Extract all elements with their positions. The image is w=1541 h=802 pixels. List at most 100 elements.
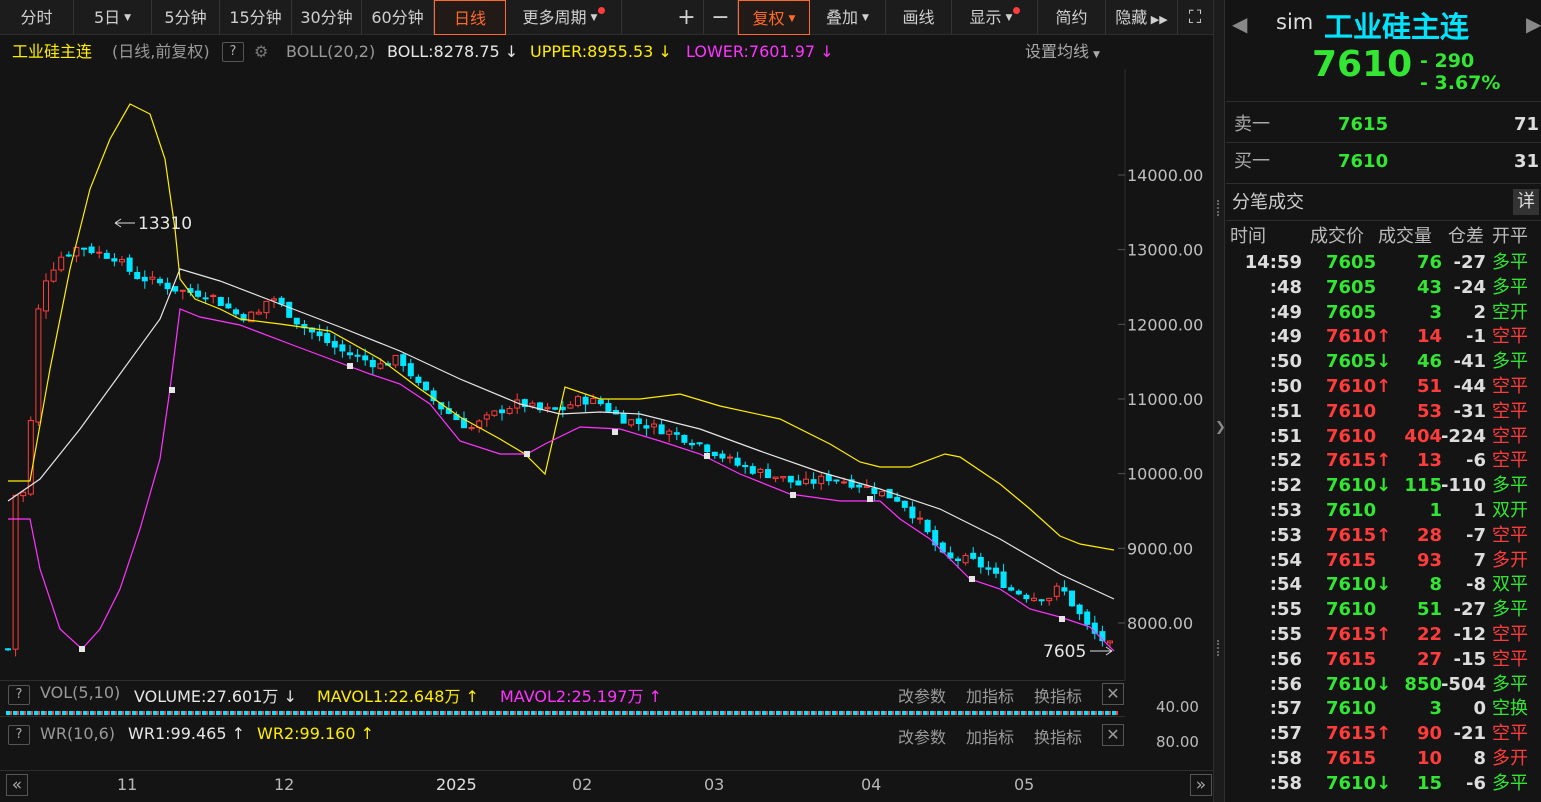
adjust-menu[interactable]: 复权 ▼ (738, 0, 810, 35)
candle-body (719, 453, 726, 459)
tick-oi-change: -41 (1453, 351, 1486, 373)
candle-body (1076, 604, 1083, 615)
mavol1-value: MAVOL1:22.648万 ↑ (317, 687, 479, 706)
tick-row: :57 7610 3 0 空换 (1226, 697, 1541, 722)
tab-5day[interactable]: 5日 ▼ (74, 0, 152, 35)
help-icon[interactable]: ? (8, 685, 30, 705)
volume-panel: ? VOL(5,10) VOLUME:27.601万 ↓ MAVOL1:22.6… (0, 680, 1125, 716)
tick-price: 7615↑ (1326, 524, 1392, 546)
tick-volume: 22 (1416, 623, 1442, 645)
tab-60min[interactable]: 60分钟 (362, 0, 434, 35)
notification-dot (1013, 7, 1021, 14)
arrow-up-icon: ↑ (1376, 326, 1392, 348)
tab-15min[interactable]: 15分钟 (220, 0, 292, 35)
hide-panel-button[interactable]: 隐藏 ▶▶ (1106, 0, 1178, 35)
draw-button[interactable]: 画线 (886, 0, 952, 35)
candle-body (970, 552, 977, 559)
quote-header: ◀ sim 工业硅主连 ▶ 7610 - 290 - 3.67% (1226, 0, 1541, 102)
help-icon[interactable]: ? (222, 42, 244, 62)
tick-row: :58 7615 10 8 多开 (1226, 747, 1541, 772)
next-instrument-icon[interactable]: ▶ (1526, 12, 1541, 36)
col-time: 时间 (1230, 226, 1266, 247)
tick-oi-change: -12 (1453, 623, 1486, 645)
scroll-right-icon[interactable]: » (1190, 774, 1212, 796)
arrow-down-icon: ↓ (1376, 351, 1392, 373)
tick-volume: 51 (1416, 599, 1442, 621)
arrow-up-icon: ↑ (1376, 723, 1392, 745)
panel-divider[interactable]: ❯ (1213, 0, 1226, 802)
overlay-menu[interactable]: 叠加 ▼ (810, 0, 886, 35)
add-indicator-button[interactable]: 加指标 (966, 683, 1014, 707)
candle-body (369, 359, 376, 368)
add-indicator-button[interactable]: 加指标 (966, 724, 1014, 748)
tick-price: 7615↑ (1326, 623, 1392, 645)
candle-body (575, 396, 581, 407)
grip-icon (1217, 200, 1221, 216)
simple-mode-button[interactable]: 简约 (1038, 0, 1106, 35)
kline-chart[interactable]: 14000.00 13000.00 12000.00 11000.00 10000.00… (0, 69, 1213, 680)
switch-indicator-button[interactable]: 换指标 (1034, 724, 1082, 748)
tick-volume: 3 (1429, 698, 1442, 720)
more-periods-menu[interactable]: 更多周期 ▼ (506, 0, 622, 35)
candle-body (1000, 571, 1007, 588)
band-marker (79, 646, 85, 652)
candle-body (856, 484, 863, 488)
kline-canvas[interactable]: 14000.00 13000.00 12000.00 11000.00 10000.00… (0, 69, 1213, 680)
candle-body (111, 258, 118, 262)
tick-oi-change: -7 (1466, 524, 1486, 546)
last-price: 7610 (1312, 44, 1413, 85)
ma-settings-button[interactable]: 设置均线 ▼ (1025, 35, 1100, 72)
display-menu[interactable]: 显示 ▼ (952, 0, 1038, 35)
ask-label: 卖一 (1234, 114, 1270, 135)
y-tick-label: 10000.00 (1127, 465, 1203, 484)
tab-intraday[interactable]: 分时 (0, 0, 74, 35)
candle-body (1061, 587, 1068, 592)
ask-price: 7615 (1338, 114, 1389, 135)
candle-body (955, 558, 961, 562)
chevron-right-icon[interactable]: ❯ (1215, 420, 1226, 435)
candle-body (597, 399, 604, 405)
wr2-value: WR2:99.160 ↑ (257, 724, 374, 743)
tab-5min[interactable]: 5分钟 (152, 0, 220, 35)
ticks-title: 分笔成交 (1232, 192, 1304, 213)
tick-volume: 10 (1416, 747, 1442, 769)
tab-daily[interactable]: 日线 (434, 0, 506, 35)
candle-body (172, 286, 179, 292)
candle-body (696, 442, 703, 445)
boll-value-text: BOLL:8278.75 (387, 42, 500, 61)
candle-body (43, 280, 49, 312)
tick-volume: 850 (1404, 673, 1442, 695)
tick-price: 7615 (1326, 648, 1377, 670)
tick-open-close: 多平 (1492, 351, 1528, 373)
zoom-out-button[interactable]: − (704, 0, 738, 35)
close-icon[interactable]: ✕ (1102, 724, 1124, 746)
tab-30min[interactable]: 30分钟 (292, 0, 362, 35)
edit-params-button[interactable]: 改参数 (898, 683, 946, 707)
prev-instrument-icon[interactable]: ◀ (1232, 12, 1247, 36)
tick-volume: 76 (1416, 252, 1442, 273)
switch-indicator-button[interactable]: 换指标 (1034, 683, 1082, 707)
close-icon[interactable]: ✕ (1102, 683, 1124, 705)
tick-volume: 28 (1416, 524, 1442, 546)
candle-body (765, 469, 771, 479)
details-button[interactable]: 详 (1513, 189, 1539, 215)
tick-time: :50 (1269, 351, 1302, 373)
candle-body (141, 276, 148, 282)
fullscreen-icon[interactable]: ⛶ (1180, 0, 1210, 35)
edit-params-button[interactable]: 改参数 (898, 724, 946, 748)
zoom-in-button[interactable]: + (670, 0, 704, 35)
candle-body (1038, 599, 1045, 602)
mavol1-text: MAVOL1:22.648万 (317, 687, 461, 706)
help-icon[interactable]: ? (8, 725, 30, 745)
tick-time: :54 (1269, 549, 1302, 571)
band-marker (790, 492, 796, 498)
candle-body (749, 466, 756, 474)
gear-icon[interactable]: ⚙ (254, 35, 268, 69)
chevron-down-icon: ▼ (1005, 13, 1013, 23)
candle-body (415, 376, 422, 383)
candle-body (50, 269, 57, 282)
candle-body (491, 410, 498, 416)
tick-row: :49 7605 3 2 空开 (1226, 301, 1541, 326)
scroll-left-icon[interactable]: « (6, 774, 28, 796)
tick-open-close: 空开 (1492, 301, 1528, 323)
